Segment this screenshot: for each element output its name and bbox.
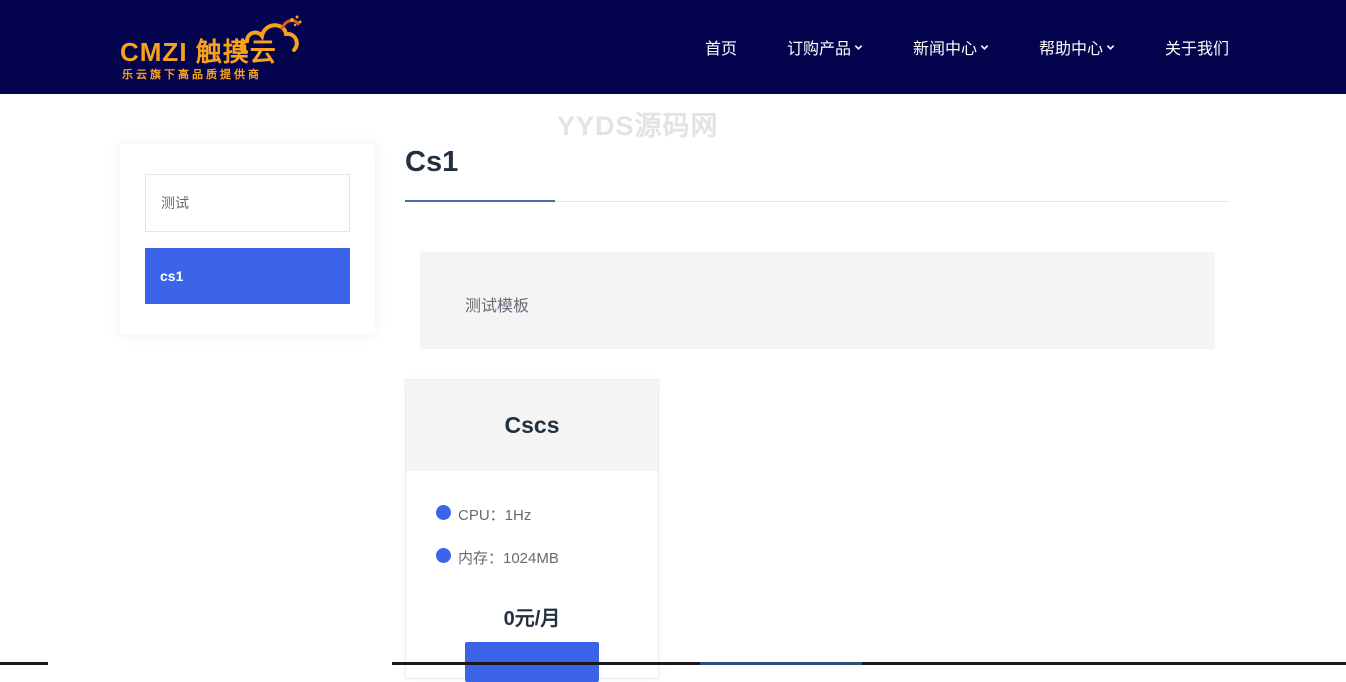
chevron-down-icon bbox=[980, 44, 989, 50]
logo-tagline: 乐云旗下高品质提供商 bbox=[122, 69, 262, 81]
nav-label: 关于我们 bbox=[1165, 41, 1230, 58]
nav-label: 帮助中心 bbox=[1039, 41, 1104, 58]
watermark: YYDS源码网 bbox=[557, 111, 719, 141]
sidebar-item-label: 测试 bbox=[161, 195, 189, 211]
title-divider-accent bbox=[405, 200, 555, 202]
product-price: 0元/月 bbox=[503, 608, 561, 630]
nav-label: 首页 bbox=[705, 41, 738, 58]
site-header: CMZI 触摸云 乐云旗下高品质提供商 首页 订购产品 新闻中心 帮助中心 关于… bbox=[0, 0, 1346, 94]
page-title: Cs1 bbox=[405, 146, 459, 178]
spec-text: 内存：1024MB bbox=[458, 549, 559, 567]
chevron-down-icon bbox=[1106, 44, 1115, 50]
bullet-dot-icon bbox=[436, 504, 451, 520]
sidebar-item-test[interactable]: 测试 bbox=[145, 174, 350, 232]
product-name: Cscs bbox=[504, 412, 560, 438]
product-card: Cscs CPU：1Hz 内存：1024MB 0元/月 bbox=[405, 379, 659, 682]
logo-text: CMZI 触摸云 bbox=[120, 37, 277, 67]
category-sidebar: 测试 cs1 bbox=[120, 144, 375, 334]
product-card-header: Cscs bbox=[406, 380, 658, 471]
description-box: 测试模板 bbox=[420, 252, 1215, 349]
nav-item-home[interactable]: 首页 bbox=[705, 36, 737, 58]
chevron-down-icon bbox=[854, 44, 863, 50]
spec-item: 内存：1024MB bbox=[436, 547, 559, 567]
nav-item-products[interactable]: 订购产品 bbox=[787, 36, 863, 58]
nav-item-about[interactable]: 关于我们 bbox=[1165, 36, 1229, 58]
spec-text: CPU：1Hz bbox=[458, 506, 532, 524]
nav-item-help[interactable]: 帮助中心 bbox=[1039, 36, 1115, 58]
nav-label: 新闻中心 bbox=[913, 41, 978, 58]
spec-item: CPU：1Hz bbox=[436, 504, 531, 524]
site-logo[interactable]: CMZI 触摸云 乐云旗下高品质提供商 bbox=[118, 14, 308, 81]
sidebar-item-cs1[interactable]: cs1 bbox=[145, 248, 350, 304]
bullet-dot-icon bbox=[436, 547, 451, 563]
nav-label: 订购产品 bbox=[787, 41, 852, 58]
nav-item-news[interactable]: 新闻中心 bbox=[913, 36, 989, 58]
sidebar-item-label: cs1 bbox=[160, 268, 184, 284]
description-text: 测试模板 bbox=[465, 298, 530, 315]
